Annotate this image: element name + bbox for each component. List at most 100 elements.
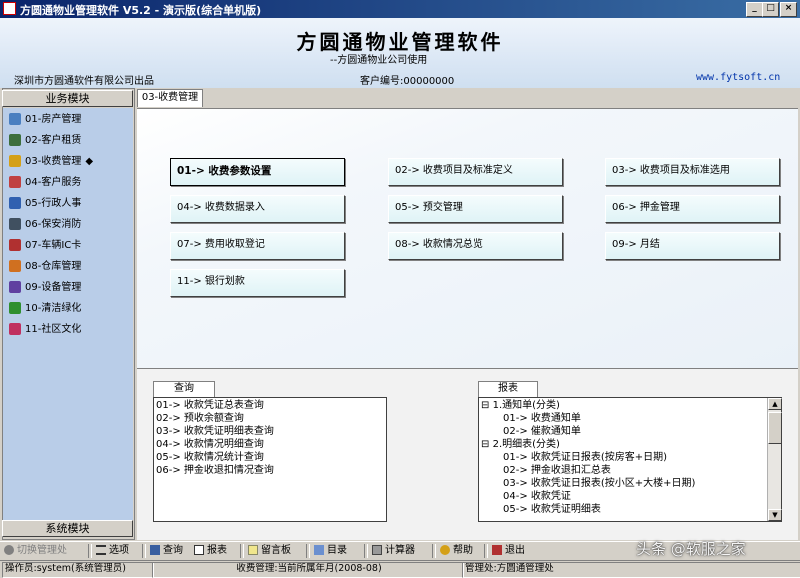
scroll-thumb[interactable] (768, 412, 782, 444)
warehouse-icon (9, 260, 21, 272)
toolbar-separator (240, 544, 244, 558)
fee-data-entry-button[interactable]: 04-> 收费数据录入 (170, 195, 345, 223)
toolbar-label: 目录 (327, 545, 347, 556)
report-button[interactable]: 报表 (194, 543, 227, 559)
active-marker: ◆ (85, 156, 94, 167)
tab-billing[interactable]: 03-收费管理 (137, 89, 203, 107)
toolbar-separator (142, 544, 146, 558)
toolbar-separator (88, 544, 92, 558)
query-item[interactable]: 05-> 收款情况统计查询 (156, 452, 264, 464)
system-module-button[interactable]: 系统模块 (2, 520, 133, 537)
tree-node-label: 2.明细表(分类) (492, 439, 560, 450)
exit-button[interactable]: 退出 (492, 543, 525, 559)
collapse-toggle-icon[interactable]: ⊟ (481, 400, 489, 411)
guard-icon (9, 218, 21, 230)
sidebar-item-tenant[interactable]: 02-客户租赁 (9, 132, 81, 150)
maximize-button[interactable]: □ (762, 2, 779, 17)
month-end-button[interactable]: 09-> 月结 (605, 232, 780, 260)
deposit-button[interactable]: 06-> 押金管理 (605, 195, 780, 223)
sidebar-item-security[interactable]: 06-保安消防 (9, 216, 81, 234)
minimize-button[interactable]: _ (746, 2, 763, 17)
bank-transfer-button[interactable]: 11-> 银行划款 (170, 269, 345, 297)
toolbar-label: 切换管理处 (17, 545, 67, 556)
sidebar-item-warehouse[interactable]: 08-仓库管理 (9, 258, 81, 276)
sidebar-item-cleaning[interactable]: 10-清洁绿化 (9, 300, 81, 318)
customer-number: 客户编号:00000000 (360, 76, 455, 87)
watermark: 头条 @软服之家 (636, 540, 746, 558)
tree-leaf[interactable]: 01-> 收款凭证日报表(按房客+日期) (503, 452, 667, 464)
sidebar-item-vehicle[interactable]: 07-车辆IC卡 (9, 237, 81, 255)
website-link[interactable]: www.fytsoft.cn (696, 72, 780, 83)
sidebar-item-equipment[interactable]: 09-设备管理 (9, 279, 81, 297)
query-item[interactable]: 04-> 收款情况明细查询 (156, 439, 264, 451)
sidebar-item-community[interactable]: 11-社区文化 (9, 321, 81, 339)
catalog-icon (314, 545, 324, 555)
sidebar-item-property[interactable]: 01-房产管理 (9, 111, 81, 129)
prepayment-button[interactable]: 05-> 预交管理 (388, 195, 563, 223)
tree-node-notice[interactable]: ⊟ 1.通知单(分类) (481, 400, 560, 412)
switch-office-button[interactable]: 切换管理处 (4, 543, 67, 559)
tree-leaf[interactable]: 02-> 催款通知单 (503, 426, 581, 438)
query-item[interactable]: 06-> 押金收退扣情况查询 (156, 465, 274, 477)
toolbar-label: 报表 (207, 545, 227, 556)
sidebar-item-label: 05-行政人事 (25, 198, 82, 209)
close-button[interactable]: × (780, 2, 797, 17)
fee-item-selection-button[interactable]: 03-> 收费项目及标准选用 (605, 158, 780, 186)
query-button[interactable]: 查询 (150, 543, 183, 559)
sidebar-item-label: 04-客户服务 (25, 177, 82, 188)
tree-leaf[interactable]: 04-> 收款凭证 (503, 491, 571, 503)
fee-item-definition-button[interactable]: 02-> 收费项目及标准定义 (388, 158, 563, 186)
calendar-icon (9, 197, 21, 209)
collapse-toggle-icon[interactable]: ⊟ (481, 439, 489, 450)
app-subtitle: --方圆通物业公司使用 (330, 55, 428, 66)
tree-leaf[interactable]: 03-> 收款凭证日报表(按小区+大楼+日期) (503, 478, 695, 490)
toolbar-label: 计算器 (385, 545, 415, 556)
sidebar-item-hr[interactable]: 05-行政人事 (9, 195, 81, 213)
device-icon (9, 281, 21, 293)
tree-leaf[interactable]: 01-> 收费通知单 (503, 413, 581, 425)
window-title-bar[interactable]: 方圆通物业管理软件 V5.2 - 演示版(综合单机版) _ □ × (0, 0, 800, 18)
exit-icon (492, 545, 502, 555)
sidebar-item-label: 02-客户租赁 (25, 135, 82, 146)
sidebar-item-label: 06-保安消防 (25, 219, 82, 230)
help-icon (440, 545, 450, 555)
toolbar-separator (432, 544, 436, 558)
toolbar-label: 退出 (505, 545, 525, 556)
calculator-button[interactable]: 计算器 (372, 543, 415, 559)
fee-parameter-button[interactable]: 01-> 收费参数设置 (170, 158, 345, 186)
report-scrollbar[interactable]: ▲ ▼ (767, 398, 782, 521)
sidebar-item-label: 10-清洁绿化 (25, 303, 82, 314)
header-banner: 方圆通物业管理软件 --方圆通物业公司使用 深圳市方圆通软件有限公司出品 客户编… (0, 18, 800, 88)
tree-leaf[interactable]: 05-> 收款凭证明细表 (503, 504, 601, 516)
sidebar-title[interactable]: 业务模块 (2, 90, 133, 107)
switch-icon (4, 545, 14, 555)
list-icon (96, 545, 106, 555)
help-button[interactable]: 帮助 (440, 543, 473, 559)
query-item[interactable]: 01-> 收款凭证总表查询 (156, 400, 264, 412)
query-item[interactable]: 02-> 预收余额查询 (156, 413, 244, 425)
status-bar: 操作员:system(系统管理员) 收费管理:当前所属年月(2008-08) 管… (0, 560, 800, 578)
tree-leaf[interactable]: 02-> 押金收退扣汇总表 (503, 465, 611, 477)
tree-node-detail[interactable]: ⊟ 2.明细表(分类) (481, 439, 560, 451)
options-button[interactable]: 选项 (96, 543, 129, 559)
sidebar-item-service[interactable]: 04-客户服务 (9, 174, 81, 192)
house-icon (9, 113, 21, 125)
company-name: 深圳市方圆通软件有限公司出品 (14, 76, 154, 87)
toolbar-label: 选项 (109, 545, 129, 556)
sidebar-item-label: 08-仓库管理 (25, 261, 82, 272)
toolbar-separator (306, 544, 310, 558)
collection-overview-button[interactable]: 08-> 收款情况总览 (388, 232, 563, 260)
message-board-button[interactable]: 留言板 (248, 543, 291, 559)
query-item[interactable]: 03-> 收款凭证明细表查询 (156, 426, 274, 438)
coins-icon (9, 155, 21, 167)
fee-collection-button[interactable]: 07-> 费用收取登记 (170, 232, 345, 260)
report-icon (194, 545, 204, 555)
catalog-button[interactable]: 目录 (314, 543, 347, 559)
module-list: 01-房产管理 02-客户租赁 03-收费管理 ◆ 04-客户服务 05-行政人事… (3, 108, 133, 520)
sidebar-item-billing[interactable]: 03-收费管理 ◆ (9, 153, 93, 171)
scroll-up-icon[interactable]: ▲ (768, 398, 782, 410)
tree-icon (9, 302, 21, 314)
toolbar-label: 帮助 (453, 545, 473, 556)
tree-node-label: 1.通知单(分类) (492, 400, 560, 411)
scroll-down-icon[interactable]: ▼ (768, 509, 782, 521)
